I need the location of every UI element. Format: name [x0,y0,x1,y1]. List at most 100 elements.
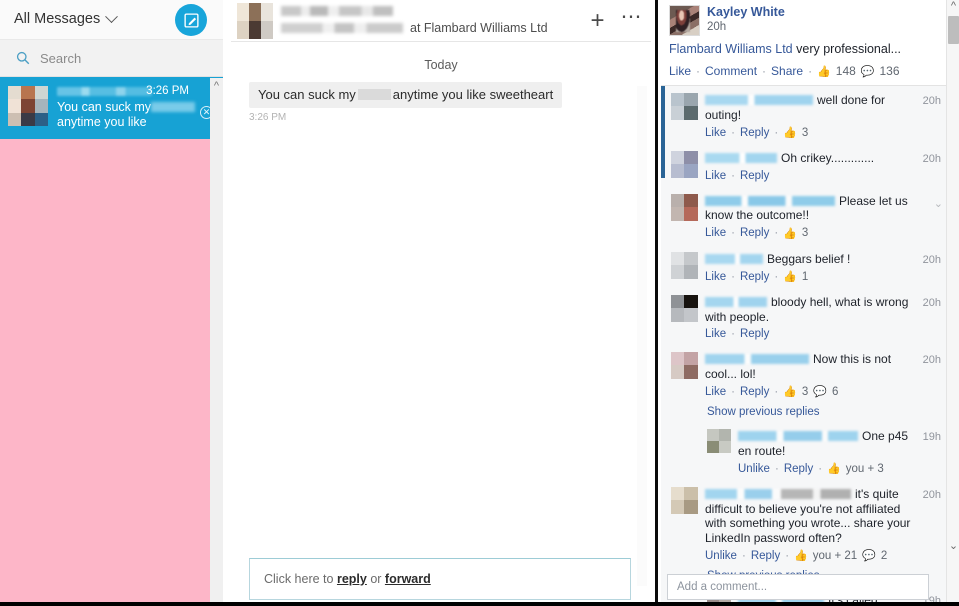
comment-reply-button[interactable]: Reply [740,328,769,340]
avatar[interactable] [671,487,698,514]
comment-item: well done for outing! Like · Reply · 👍 3… [661,86,949,144]
redacted-word [357,89,391,100]
comment-action-bar: Like · Reply · 👍 3 [705,227,913,240]
avatar[interactable] [707,429,731,453]
forward-link[interactable]: forward [385,572,431,586]
commenter-name-redacted [705,354,809,364]
message-row: You can suck my anytime you like sweethea… [231,82,651,108]
comment-reply-button[interactable]: Reply [740,271,769,283]
avatar[interactable] [671,93,698,120]
comment-action-bar: Like · Reply · 👍 3 💬 6 [705,385,913,399]
messages-filter-dropdown[interactable]: All Messages [14,9,119,27]
comment-timestamp: 20h [922,489,941,501]
comment-unlike-button[interactable]: Unlike [738,463,770,475]
post-share-button[interactable]: Share [771,64,803,78]
message-text-after: anytime you like sweetheart [392,87,554,102]
search-placeholder: Search [40,50,82,66]
contact-name-redacted [57,87,152,96]
comment-timestamp: 20h [922,95,941,107]
chevron-down-icon[interactable]: ⌄ [934,197,943,210]
post-comment-button[interactable]: Comment [705,64,757,78]
separator-dot: · [731,270,735,283]
message-bubble: You can suck my anytime you like sweethea… [249,82,563,108]
thumbs-up-icon: 👍 [817,65,831,78]
chevron-down-icon [105,9,119,23]
comment-like-button[interactable]: Like [705,170,726,182]
comment-action-bar: Unlike · Reply · 👍 you + 3 [738,462,913,476]
compose-edit-icon [183,12,199,28]
separator-dot: · [741,549,746,562]
comment-text: One p45 en route! [738,429,913,458]
avatar[interactable] [671,295,698,322]
comment-body: Beggars belief ! [767,251,851,266]
reply-forward-box[interactable]: Click here to reply or forward [249,558,631,600]
day-separator: Today [424,58,458,72]
post-like-button[interactable]: Like [669,64,691,78]
messages-filter-label: All Messages [14,11,101,27]
message-panel-scrollbar[interactable] [637,86,647,586]
comment-like-count: you + 21 [812,549,858,562]
scrollbar-thumb[interactable] [948,16,959,44]
separator-dot: · [696,64,701,78]
facebook-scrollbar[interactable]: ^ ⌄ [946,0,959,606]
separator-dot: · [774,385,779,398]
avatar[interactable] [671,251,698,279]
chevron-up-icon[interactable]: ^ [947,0,959,14]
comment-reply-button[interactable]: Reply [751,550,780,562]
compose-prefix: Click here to [264,572,337,586]
comment-timestamp: 19h [922,431,941,443]
preview-text-after: anytime you like [57,115,147,129]
reply-forward-text: Click here to reply or forward [264,572,431,586]
more-horizontal-icon[interactable]: ⋯ [621,6,644,35]
commenter-name-redacted [705,489,851,499]
comment-like-button[interactable]: Like [705,328,726,340]
comment-like-button[interactable]: Like [705,386,726,398]
separator-dot: · [762,64,767,78]
comment-action-bar: Like · Reply · 👍 3 [705,126,913,140]
conversation-list-item[interactable]: 3:26 PM ✕ You can suck my anytime you li… [0,77,223,139]
search-input[interactable]: Search [0,40,223,77]
comment-text: Please let us know the outcome!! [705,194,913,223]
comment-like-button[interactable]: Like [705,227,726,239]
comment-item: Oh crikey............. Like · Reply 20h [661,144,949,187]
show-previous-replies-link[interactable]: Show previous replies [661,403,949,422]
chevron-down-icon[interactable]: ⌄ [947,540,959,554]
comment-like-button[interactable]: Like [705,271,726,283]
comment-text: Oh crikey............. [705,151,913,166]
separator-dot: · [774,126,779,139]
comment-like-button[interactable]: Like [705,127,726,139]
comment-reply-button[interactable]: Reply [784,463,813,475]
chevron-up-icon[interactable]: ^ [210,80,223,94]
add-comment-input[interactable]: Add a comment... [667,574,929,600]
facebook-post-panel: Kayley White 20h Flambard Williams Ltd v… [655,0,959,606]
separator-dot: · [731,227,735,239]
preview-text-before: You can suck my [57,100,152,114]
separator-dot: · [808,64,813,78]
compose-message-button[interactable] [175,4,207,36]
comment-action-bar: Like · Reply [705,170,913,182]
separator-dot: · [818,462,823,475]
sidebar-scrollbar[interactable] [210,78,223,606]
post-tagged-entity[interactable]: Flambard Williams Ltd [669,42,793,56]
comment-body: Oh crikey............. [781,151,875,165]
facebook-post: Kayley White 20h Flambard Williams Ltd v… [661,0,949,86]
post-body: very professional... [792,42,902,56]
reply-link[interactable]: reply [337,572,367,586]
comment-like-count: 3 [801,385,809,398]
comment-text: bloody hell, what is wrong with people. [705,295,913,324]
comment-reply-button[interactable]: Reply [740,127,769,139]
thread-participants: at Flambard Williams Ltd [273,6,590,35]
comment-unlike-button[interactable]: Unlike [705,550,737,562]
post-author-name[interactable]: Kayley White [707,5,785,19]
message-text-before: You can suck my [258,87,356,102]
comment-item: it's quite difficult to believe you're n… [661,480,949,567]
avatar[interactable] [669,5,700,36]
avatar[interactable] [671,352,698,379]
comment-reply-button[interactable]: Reply [740,170,769,182]
comment-timestamp: 20h [922,354,941,366]
avatar[interactable] [671,151,698,178]
plus-icon[interactable]: + [590,8,604,33]
comment-reply-button[interactable]: Reply [740,386,769,398]
comment-reply-button[interactable]: Reply [740,227,769,239]
avatar[interactable] [671,193,698,221]
